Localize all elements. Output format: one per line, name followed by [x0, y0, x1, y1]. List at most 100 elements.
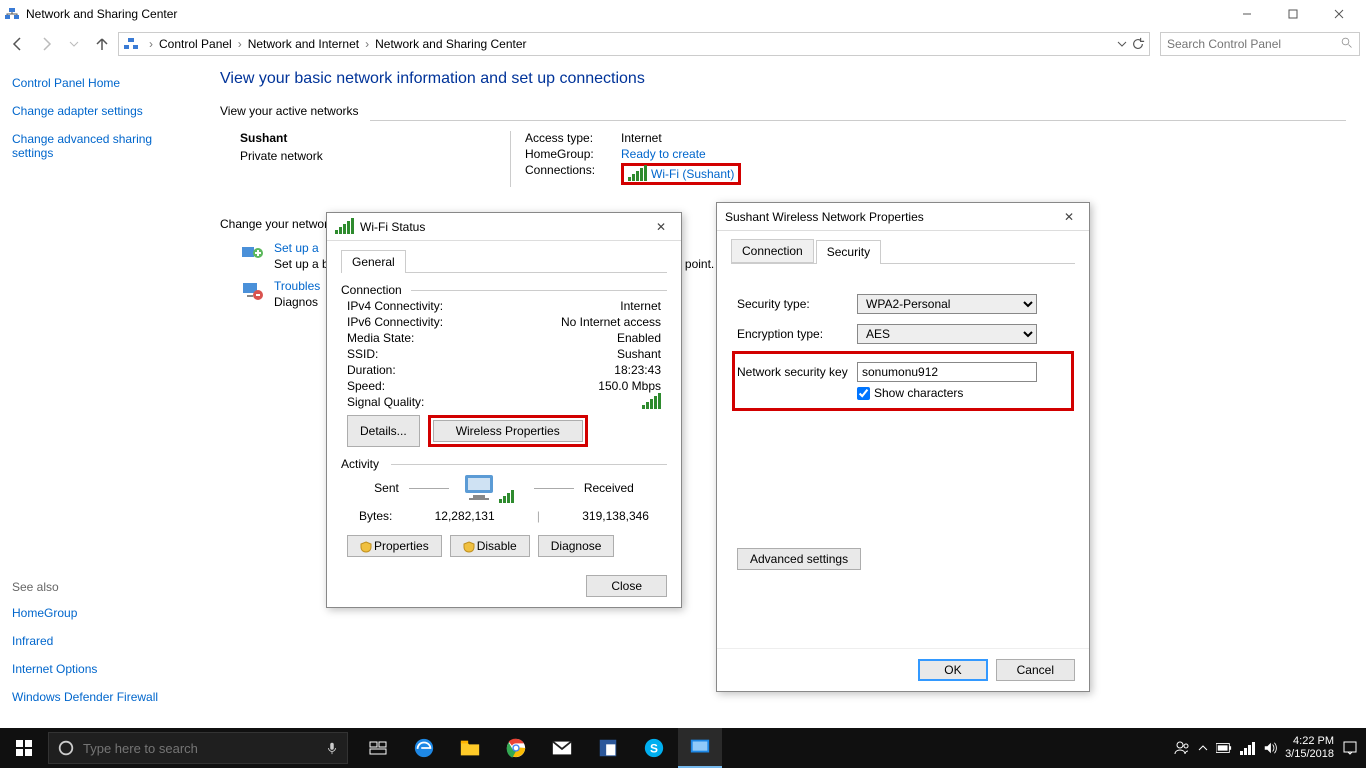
wireless-properties-dialog: Sushant Wireless Network Properties ✕ Co…: [716, 202, 1090, 692]
tab-security[interactable]: Security: [816, 240, 881, 264]
ipv4-label: IPv4 Connectivity:: [347, 299, 443, 313]
forward-button[interactable]: [34, 32, 58, 56]
mail-icon[interactable]: [540, 728, 584, 768]
details-button[interactable]: Details...: [347, 415, 420, 447]
ipv4-value: Internet: [620, 299, 661, 313]
tab-connection[interactable]: Connection: [731, 239, 814, 263]
skype-icon[interactable]: S: [632, 728, 676, 768]
duration-value: 18:23:43: [614, 363, 661, 377]
security-type-label: Security type:: [737, 297, 857, 311]
taskbar-search-input[interactable]: [83, 741, 317, 756]
properties-button[interactable]: Properties: [347, 535, 442, 557]
edge-icon[interactable]: [402, 728, 446, 768]
volume-icon[interactable]: [1263, 741, 1277, 755]
taskbar-clock[interactable]: 4:22 PM 3/15/2018: [1285, 735, 1334, 761]
wifi-connection-link[interactable]: Wi-Fi (Sushant): [621, 163, 741, 185]
close-button[interactable]: Close: [586, 575, 667, 597]
wifi-signal-icon: [628, 167, 647, 181]
tab-general[interactable]: General: [341, 250, 406, 273]
props-dialog-title: Sushant Wireless Network Properties: [725, 210, 1057, 224]
people-icon[interactable]: [1174, 740, 1190, 756]
breadcrumb-item[interactable]: Control Panel: [159, 37, 232, 51]
nav-bar: › Control Panel › Network and Internet ›…: [0, 28, 1366, 60]
microphone-icon[interactable]: [325, 741, 339, 755]
breadcrumb-item[interactable]: Network and Sharing Center: [375, 37, 526, 51]
activity-group-label: Activity: [341, 457, 379, 471]
up-button[interactable]: [90, 32, 114, 56]
network-type: Private network: [240, 149, 510, 163]
start-button[interactable]: [0, 728, 48, 768]
maximize-button[interactable]: [1270, 0, 1316, 28]
search-input[interactable]: [1167, 37, 1341, 51]
security-type-select[interactable]: WPA2-Personal: [857, 294, 1037, 314]
page-heading: View your basic network information and …: [220, 70, 1346, 88]
battery-icon[interactable]: [1216, 743, 1232, 753]
media-state-label: Media State:: [347, 331, 414, 345]
control-panel-taskbar-icon[interactable]: [678, 728, 722, 768]
troubleshoot-sub: Diagnos: [274, 295, 320, 309]
ssid-value: Sushant: [617, 347, 661, 361]
duration-label: Duration:: [347, 363, 396, 377]
search-box[interactable]: [1160, 32, 1360, 56]
bytes-sent-value: 12,282,131: [435, 509, 495, 523]
sidebar-link-sharing[interactable]: Change advanced sharing settings: [12, 132, 188, 160]
tray-chevron-icon[interactable]: [1198, 743, 1208, 753]
close-button[interactable]: [1316, 0, 1362, 28]
homegroup-link[interactable]: Ready to create: [621, 147, 706, 161]
breadcrumb[interactable]: › Control Panel › Network and Internet ›…: [118, 32, 1150, 56]
network-key-label: Network security key: [737, 365, 857, 379]
chevron-right-icon: ›: [149, 37, 153, 51]
ok-button[interactable]: OK: [918, 659, 987, 681]
see-also-link[interactable]: Infrared: [12, 634, 188, 648]
wifi-signal-icon: [499, 489, 514, 503]
see-also-header: See also: [12, 580, 188, 594]
wifi-signal-icon: [335, 220, 354, 234]
taskbar-search[interactable]: [48, 732, 348, 764]
active-networks-header: View your active networks: [220, 104, 1346, 118]
troubleshoot-link[interactable]: Troubles: [274, 279, 320, 293]
close-icon[interactable]: ✕: [649, 220, 673, 234]
chrome-icon[interactable]: [494, 728, 538, 768]
chevron-right-icon: ›: [238, 37, 242, 51]
sidebar-home[interactable]: Control Panel Home: [12, 76, 188, 90]
cortana-icon: [57, 739, 75, 757]
network-key-input[interactable]: [857, 362, 1037, 382]
search-icon: [1341, 37, 1353, 52]
app-icon[interactable]: [586, 728, 630, 768]
window-titlebar: Network and Sharing Center: [0, 0, 1366, 28]
recent-dropdown[interactable]: [62, 32, 86, 56]
wifi-tray-icon[interactable]: [1240, 741, 1255, 755]
see-also-link[interactable]: HomeGroup: [12, 606, 188, 620]
diagnose-button[interactable]: Diagnose: [538, 535, 615, 557]
access-type-value: Internet: [621, 131, 662, 145]
chevron-down-icon[interactable]: [1117, 39, 1127, 49]
signal-quality-label: Signal Quality:: [347, 395, 424, 409]
notifications-icon[interactable]: [1342, 740, 1358, 756]
speed-value: 150.0 Mbps: [598, 379, 661, 393]
speed-label: Speed:: [347, 379, 385, 393]
see-also-link[interactable]: Internet Options: [12, 662, 188, 676]
sidebar-link-adapter[interactable]: Change adapter settings: [12, 104, 188, 118]
back-button[interactable]: [6, 32, 30, 56]
minimize-button[interactable]: [1224, 0, 1270, 28]
window-title: Network and Sharing Center: [26, 7, 1224, 21]
encryption-type-select[interactable]: AES: [857, 324, 1037, 344]
disable-button[interactable]: Disable: [450, 535, 530, 557]
ipv6-value: No Internet access: [561, 315, 661, 329]
wireless-properties-button[interactable]: Wireless Properties: [433, 420, 583, 442]
show-characters-label: Show characters: [874, 386, 963, 400]
access-type-label: Access type:: [525, 131, 621, 145]
cancel-button[interactable]: Cancel: [996, 659, 1075, 681]
task-view-button[interactable]: [356, 728, 400, 768]
setup-connection-link[interactable]: Set up a: [274, 241, 319, 255]
file-explorer-icon[interactable]: [448, 728, 492, 768]
connection-group-label: Connection: [341, 283, 402, 297]
advanced-settings-button[interactable]: Advanced settings: [737, 548, 861, 570]
close-icon[interactable]: ✕: [1057, 210, 1081, 224]
activity-monitor-icon: [459, 473, 499, 503]
show-characters-checkbox[interactable]: [857, 387, 870, 400]
see-also-link[interactable]: Windows Defender Firewall: [12, 690, 188, 704]
network-icon: [4, 6, 20, 22]
breadcrumb-item[interactable]: Network and Internet: [248, 37, 359, 51]
refresh-icon[interactable]: [1131, 37, 1145, 51]
